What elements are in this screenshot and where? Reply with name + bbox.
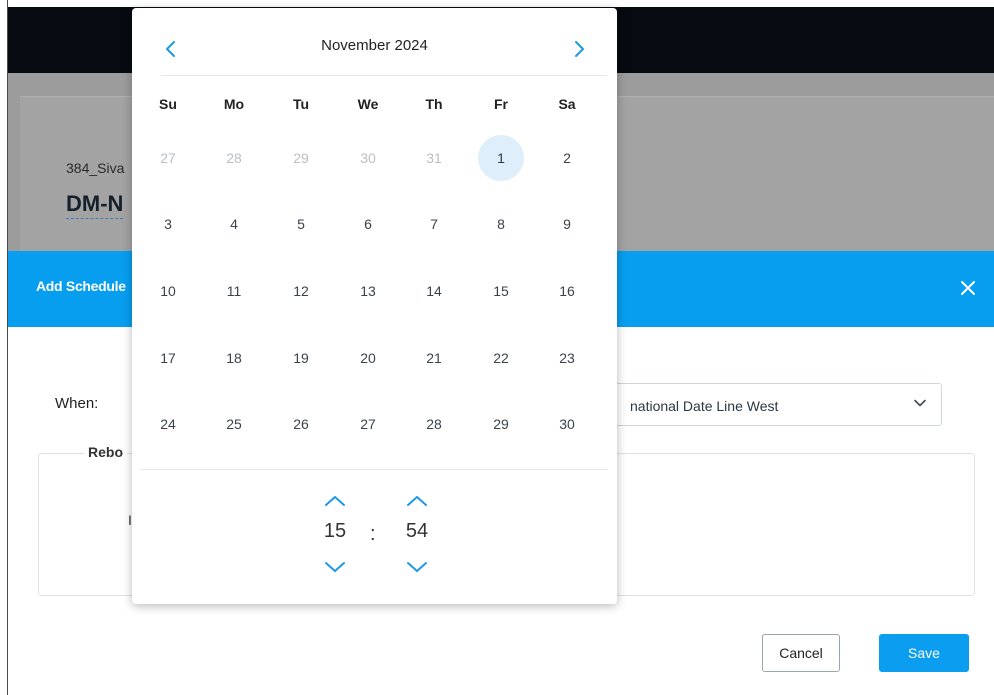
- calendar-day[interactable]: 15: [478, 268, 524, 314]
- calendar-day[interactable]: 27: [345, 401, 391, 447]
- calendar-day[interactable]: 11: [211, 268, 257, 314]
- weekday-label: Th: [425, 96, 443, 112]
- calendar-day[interactable]: 8: [478, 201, 524, 247]
- save-button[interactable]: Save: [879, 634, 969, 672]
- weekday-label: Mo: [223, 96, 245, 112]
- date-picker-popup: November 2024 Su Mo Tu We Th Fr Sa 27 28 29 30 31 1…: [132, 8, 617, 604]
- hour-decrement-icon[interactable]: [322, 558, 348, 576]
- calendar-day[interactable]: 29: [478, 401, 524, 447]
- calendar-day[interactable]: 7: [411, 201, 457, 247]
- time-separator: :: [370, 523, 376, 545]
- calendar-day[interactable]: 28: [411, 401, 457, 447]
- calendar-day[interactable]: 22: [478, 335, 524, 381]
- calendar-day[interactable]: 25: [211, 401, 257, 447]
- picker-footer-divider: [140, 469, 608, 470]
- chevron-right-icon[interactable]: [568, 38, 590, 60]
- weekday-label: Fr: [494, 96, 508, 112]
- window-left-edge: [0, 0, 8, 695]
- calendar-day[interactable]: 27: [145, 135, 191, 181]
- calendar-day[interactable]: 9: [544, 201, 590, 247]
- calendar-day[interactable]: 17: [145, 335, 191, 381]
- calendar-day[interactable]: 10: [145, 268, 191, 314]
- calendar-day[interactable]: 28: [211, 135, 257, 181]
- calendar-day[interactable]: 3: [145, 201, 191, 247]
- picker-header-divider: [161, 75, 607, 76]
- weekday-label: Sa: [558, 96, 576, 112]
- calendar-day[interactable]: 6: [345, 201, 391, 247]
- calendar-day[interactable]: 20: [345, 335, 391, 381]
- calendar-day[interactable]: 30: [544, 401, 590, 447]
- modal-title: Add Schedule: [36, 278, 126, 294]
- reboot-section-legend: Rebo: [84, 444, 127, 460]
- calendar-day[interactable]: 16: [544, 268, 590, 314]
- close-button[interactable]: [956, 276, 980, 300]
- close-icon: [961, 281, 975, 295]
- cancel-button[interactable]: Cancel: [762, 634, 840, 672]
- calendar-day[interactable]: 18: [211, 335, 257, 381]
- weekday-label: We: [357, 96, 379, 112]
- chevron-down-icon: [914, 399, 926, 407]
- device-name[interactable]: DM-N: [66, 190, 124, 219]
- minute-value[interactable]: 54: [397, 520, 437, 543]
- calendar-day[interactable]: 31: [411, 135, 457, 181]
- when-label: When:: [55, 395, 99, 412]
- calendar-day[interactable]: 12: [278, 268, 324, 314]
- calendar-day[interactable]: 19: [278, 335, 324, 381]
- calendar-day[interactable]: 13: [345, 268, 391, 314]
- time-selector: 15 : 54: [132, 486, 617, 586]
- calendar-day[interactable]: 23: [544, 335, 590, 381]
- calendar-day[interactable]: 14: [411, 268, 457, 314]
- hour-value[interactable]: 15: [315, 520, 355, 543]
- calendar-day[interactable]: 26: [278, 401, 324, 447]
- device-code: 384_Siva: [66, 160, 125, 176]
- calendar-day-selected[interactable]: 1: [478, 135, 524, 181]
- calendar-day[interactable]: 29: [278, 135, 324, 181]
- weekday-label: Tu: [292, 96, 310, 112]
- calendar-day[interactable]: 21: [411, 335, 457, 381]
- hour-increment-icon[interactable]: [322, 492, 348, 510]
- calendar-day[interactable]: 2: [544, 135, 590, 181]
- minute-decrement-icon[interactable]: [404, 558, 430, 576]
- window-top-edge: [0, 0, 994, 7]
- calendar-day[interactable]: 5: [278, 201, 324, 247]
- weekday-header-row: Su Mo Tu We Th Fr Sa: [140, 96, 610, 116]
- timezone-value: national Date Line West: [630, 398, 779, 414]
- calendar-day[interactable]: 30: [345, 135, 391, 181]
- calendar-day[interactable]: 24: [145, 401, 191, 447]
- minute-increment-icon[interactable]: [404, 492, 430, 510]
- weekday-label: Su: [159, 96, 177, 112]
- month-year-label[interactable]: November 2024: [132, 37, 617, 54]
- calendar-day[interactable]: 4: [211, 201, 257, 247]
